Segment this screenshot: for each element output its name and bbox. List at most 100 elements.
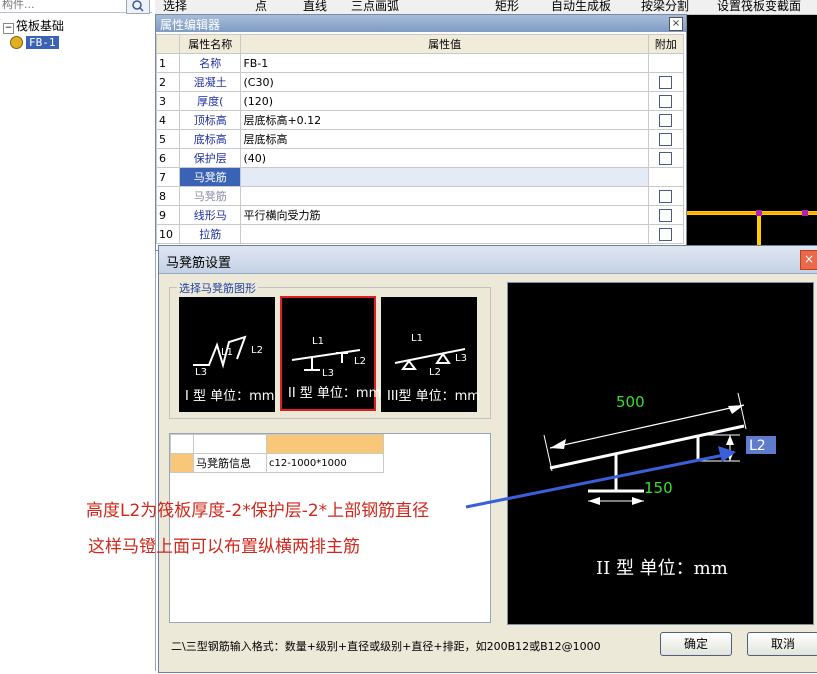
format-hint: 二\三型钢筋输入格式：数量+级别+直径或级别+直径+排距，如200B12或B12…	[171, 640, 601, 653]
shape-3-label-l2: L2	[429, 367, 441, 378]
add-checkbox[interactable]	[659, 132, 673, 146]
stirrup-info-table: 马凳筋信息 c12-1000*1000	[170, 434, 384, 473]
tree-child-label[interactable]: FB-1	[26, 36, 59, 49]
property-value[interactable]: (C30)	[240, 72, 649, 92]
toolbar-set-section[interactable]: 设置筏板变截面	[717, 0, 801, 14]
shape-type-3[interactable]: L1 L3 L2 III型 单位：mm	[381, 297, 480, 412]
toolbar-line[interactable]: 直线	[303, 0, 327, 14]
preview-dim-top: 500	[616, 393, 645, 411]
row-number: 7	[155, 167, 181, 187]
stirrup-info-row[interactable]: 马凳筋信息 c12-1000*1000	[170, 453, 384, 473]
tree-root-label: 筏板基础	[16, 19, 65, 33]
property-add-cell	[647, 129, 685, 149]
row-number: 10	[155, 224, 181, 244]
tree-child-item[interactable]: FB-1	[10, 35, 59, 49]
toolbar-rectangle[interactable]: 矩形	[495, 0, 519, 14]
shape-3-label-l1: L1	[411, 333, 423, 344]
property-name[interactable]: 混凝土	[179, 72, 242, 92]
header-add: 附加	[647, 34, 685, 54]
property-add-cell	[647, 72, 685, 92]
annotation-line-2: 这样马镫上面可以布置纵横两排主筋	[88, 537, 360, 557]
add-checkbox[interactable]	[659, 151, 673, 165]
property-value[interactable]: FB-1	[240, 53, 649, 73]
shape-2-label-l1: L1	[312, 336, 324, 347]
toolbar-auto-generate[interactable]: 自动生成板	[551, 0, 611, 14]
property-row[interactable]: 4 顶标高 层底标高+0.12	[155, 110, 685, 130]
row-number: 1	[155, 53, 181, 73]
property-name[interactable]: 底标高	[179, 129, 242, 149]
search-icon[interactable]	[126, 0, 150, 14]
property-editor-window: 属性编辑器 × 属性名称 属性值 附加 1 名称 FB-1 2 混凝土 (C30) 3 厚度(…	[155, 14, 687, 251]
property-value[interactable]	[240, 186, 649, 206]
property-row[interactable]: 1 名称 FB-1	[155, 53, 685, 73]
close-icon[interactable]: ×	[800, 250, 817, 270]
shape-1-label-l1: L1	[221, 347, 233, 358]
property-value[interactable]	[240, 224, 649, 244]
shape-1-caption: I 型 单位：mm	[185, 389, 275, 404]
property-name[interactable]: 拉筋	[179, 224, 242, 244]
header-value: 属性值	[240, 34, 649, 54]
tree-collapse-icon[interactable]: −	[3, 23, 14, 34]
toolbar-point[interactable]: 点	[255, 0, 267, 14]
property-add-cell	[647, 53, 685, 73]
row-number: 6	[155, 148, 181, 168]
property-add-cell	[647, 186, 685, 206]
property-row[interactable]: 8 马凳筋	[155, 186, 685, 206]
property-name[interactable]: 保护层	[179, 148, 242, 168]
property-add-cell	[647, 224, 685, 244]
property-value[interactable]: 平行横向受力筋	[240, 205, 649, 225]
ok-button[interactable]: 确定	[660, 632, 732, 656]
property-row[interactable]: 9 线形马 平行横向受力筋	[155, 205, 685, 225]
row-number: 5	[155, 129, 181, 149]
property-editor-title: 属性编辑器	[160, 18, 221, 32]
property-row[interactable]: 2 混凝土 (C30)	[155, 72, 685, 92]
toolbar-split-by-beam[interactable]: 按梁分割	[641, 0, 689, 14]
search-input-text[interactable]: 构件...	[2, 0, 35, 12]
stirrup-info-value[interactable]: c12-1000*1000	[266, 453, 384, 473]
property-value[interactable]	[240, 167, 649, 187]
property-value[interactable]: (40)	[240, 148, 649, 168]
property-name[interactable]: 马凳筋	[179, 167, 242, 187]
property-row[interactable]: 6 保护层 (40)	[155, 148, 685, 168]
add-checkbox[interactable]	[659, 189, 673, 203]
header-name: 属性名称	[179, 34, 242, 54]
stirrup-info-label: 马凳筋信息	[193, 453, 267, 473]
property-row[interactable]: 7 马凳筋	[155, 167, 685, 187]
add-checkbox[interactable]	[659, 208, 673, 222]
add-checkbox[interactable]	[659, 113, 673, 127]
add-checkbox[interactable]	[659, 94, 673, 108]
property-add-cell	[647, 110, 685, 130]
shape-type-1[interactable]: L3 L1 L2 I 型 单位：mm	[179, 297, 275, 412]
tree-root-item[interactable]: − 筏板基础	[3, 17, 64, 34]
add-checkbox[interactable]	[659, 227, 673, 241]
row-number: 2	[155, 72, 181, 92]
property-row[interactable]: 3 厚度((120)	[155, 91, 685, 111]
property-name[interactable]: 顶标高	[179, 110, 242, 130]
dialog-title: 马凳筋设置	[166, 256, 232, 271]
drawing-toolbar: 选择 点 直线 三点画弧 矩形 自动生成板 按梁分割 设置筏板变截面	[155, 0, 817, 15]
toolbar-three-point-arc[interactable]: 三点画弧	[351, 0, 399, 14]
annotation-line-1: 高度L2为筏板厚度-2*保护层-2*上部钢筋直径	[86, 501, 430, 521]
property-row[interactable]: 5 底标高 层底标高	[155, 129, 685, 149]
property-name[interactable]: 马凳筋	[179, 186, 242, 206]
add-checkbox[interactable]	[659, 75, 673, 89]
property-grid-header: 属性名称 属性值 附加	[155, 34, 685, 54]
property-add-cell	[647, 167, 685, 187]
property-name[interactable]: 名称	[179, 53, 242, 73]
close-icon[interactable]: ×	[669, 17, 683, 31]
property-editor-titlebar[interactable]: 属性编辑器 ×	[156, 15, 686, 32]
property-value[interactable]: 层底标高+0.12	[240, 110, 649, 130]
row-number: 9	[155, 205, 181, 225]
property-name[interactable]: 线形马	[179, 205, 242, 225]
cancel-button[interactable]: 取消	[747, 632, 817, 656]
property-value[interactable]: (120)	[240, 91, 649, 111]
preview-caption: II 型 单位：mm	[596, 558, 728, 579]
shape-type-2-selected[interactable]: L1 L2 L3 II 型 单位：mm	[280, 296, 381, 411]
shape-group-label: 选择马凳筋图形	[177, 280, 258, 296]
property-name[interactable]: 厚度(	[179, 91, 242, 111]
property-value[interactable]: 层底标高	[240, 129, 649, 149]
property-row[interactable]: 10 拉筋	[155, 224, 685, 244]
dialog-titlebar[interactable]: 马凳筋设置 ×	[159, 246, 817, 274]
component-search-box[interactable]: 构件...	[0, 0, 152, 14]
toolbar-select[interactable]: 选择	[163, 0, 187, 14]
